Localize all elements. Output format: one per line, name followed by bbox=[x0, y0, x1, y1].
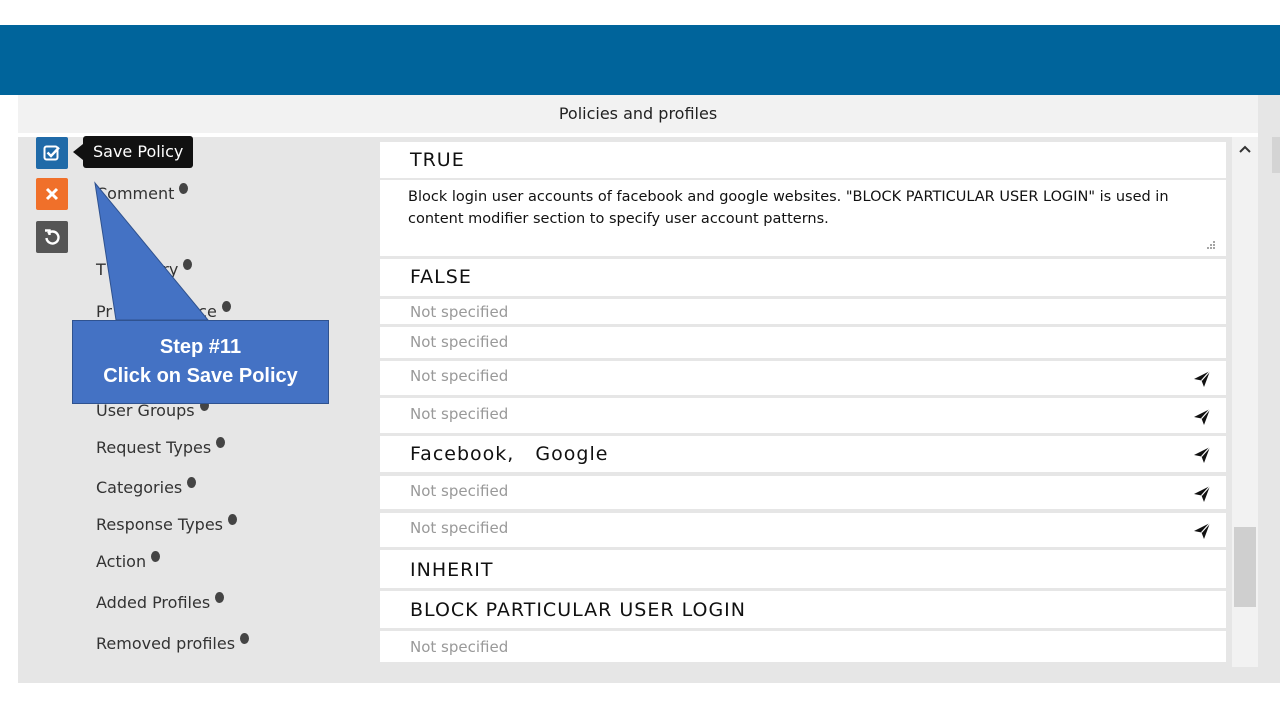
step-number: Step #11 bbox=[159, 336, 242, 358]
info-icon bbox=[151, 551, 161, 562]
info-icon bbox=[240, 633, 250, 644]
step-callout: Step #11 Click on Save Policy bbox=[72, 320, 329, 404]
added-profiles-label-text: Added Profiles bbox=[96, 593, 211, 612]
users-value: Not specified bbox=[410, 367, 509, 385]
comment-label: Comment bbox=[96, 183, 189, 203]
app-header-bar bbox=[0, 25, 1280, 95]
temporary-entry-field[interactable]: FALSE bbox=[380, 259, 1226, 296]
comment-text: Block login user accounts of facebook an… bbox=[408, 189, 1169, 227]
temporary-entry-value: FALSE bbox=[410, 266, 472, 288]
removed-profiles-label-text: Removed profiles bbox=[96, 634, 236, 653]
enabled-value-field[interactable]: TRUE bbox=[380, 142, 1226, 178]
added-profiles-value: BLOCK PARTICULAR USER LOGIN bbox=[410, 599, 746, 621]
action-field[interactable]: INHERIT bbox=[380, 550, 1226, 588]
tooltip-arrow bbox=[73, 144, 83, 160]
action-strip bbox=[18, 137, 92, 677]
request-types-label-text: Request Types bbox=[96, 438, 212, 457]
enabled-value: TRUE bbox=[410, 149, 465, 171]
removed-profiles-field[interactable]: Not specified bbox=[380, 631, 1226, 662]
response-types-label: Response Types bbox=[96, 514, 238, 534]
hidden-row-value: Not specified bbox=[410, 333, 509, 351]
action-label-text: Action bbox=[96, 552, 147, 571]
added-profiles-field[interactable]: BLOCK PARTICULAR USER LOGIN bbox=[380, 591, 1226, 628]
info-icon bbox=[179, 183, 189, 194]
priority-value: Not specified bbox=[410, 303, 509, 321]
categories-value: Not specified bbox=[410, 482, 509, 500]
response-types-value: Not specified bbox=[410, 519, 509, 537]
priority-label-end: tance bbox=[171, 302, 217, 321]
step-instruction: Click on Save Policy bbox=[103, 365, 298, 387]
action-label: Action bbox=[96, 551, 161, 571]
send-icon[interactable] bbox=[1192, 445, 1212, 465]
action-value: INHERIT bbox=[410, 559, 494, 581]
undo-icon bbox=[45, 229, 60, 245]
priority-label-start: Pr bbox=[96, 302, 112, 321]
info-icon bbox=[216, 437, 226, 448]
title-divider bbox=[18, 133, 1258, 137]
info-icon bbox=[215, 592, 225, 603]
added-profiles-label: Added Profiles bbox=[96, 592, 225, 612]
chevron-up-icon bbox=[1239, 145, 1251, 153]
send-icon[interactable] bbox=[1192, 484, 1212, 504]
check-square-icon bbox=[43, 145, 60, 161]
info-icon bbox=[228, 514, 238, 525]
send-icon[interactable] bbox=[1192, 407, 1212, 427]
request-types-field[interactable]: Facebook, Google bbox=[380, 436, 1226, 472]
scrollbar-thumb[interactable] bbox=[1234, 527, 1256, 607]
user-groups-value: Not specified bbox=[410, 405, 509, 423]
page-scrollbar-thumb[interactable] bbox=[1272, 137, 1280, 173]
categories-label: Categories bbox=[96, 477, 197, 497]
priority-field[interactable]: Not specified bbox=[380, 299, 1226, 324]
save-policy-button[interactable] bbox=[36, 137, 68, 169]
send-icon[interactable] bbox=[1192, 369, 1212, 389]
panel-title-bar: Policies and profiles bbox=[18, 95, 1258, 133]
scroll-up-button[interactable] bbox=[1232, 138, 1258, 160]
priority-label: Pr tance bbox=[96, 301, 231, 321]
temporary-entry-label: T Entry bbox=[96, 259, 193, 279]
users-field[interactable]: Not specified bbox=[380, 361, 1226, 395]
request-types-value: Facebook, Google bbox=[410, 443, 609, 465]
comment-textarea[interactable]: Block login user accounts of facebook an… bbox=[380, 180, 1226, 256]
removed-profiles-label: Removed profiles bbox=[96, 633, 250, 653]
response-types-label-text: Response Types bbox=[96, 515, 224, 534]
comment-label-text: Comment bbox=[96, 184, 175, 203]
temporary-entry-label-start: T bbox=[96, 260, 106, 279]
panel-title: Policies and profiles bbox=[558, 104, 718, 123]
resize-handle-icon[interactable] bbox=[1204, 240, 1216, 250]
info-icon bbox=[187, 477, 197, 488]
request-types-label: Request Types bbox=[96, 437, 226, 457]
removed-profiles-value: Not specified bbox=[410, 638, 509, 656]
temporary-entry-label-end: Entry bbox=[135, 260, 179, 279]
info-icon bbox=[183, 259, 193, 270]
hidden-row-field[interactable]: Not specified bbox=[380, 327, 1226, 358]
categories-field[interactable]: Not specified bbox=[380, 476, 1226, 509]
cancel-button[interactable] bbox=[36, 178, 68, 210]
response-types-field[interactable]: Not specified bbox=[380, 513, 1226, 547]
categories-label-text: Categories bbox=[96, 478, 183, 497]
user-groups-field[interactable]: Not specified bbox=[380, 398, 1226, 433]
reset-button[interactable] bbox=[36, 221, 68, 253]
send-icon[interactable] bbox=[1192, 521, 1212, 541]
info-icon bbox=[221, 301, 231, 312]
save-policy-tooltip: Save Policy bbox=[83, 136, 194, 168]
close-icon bbox=[45, 187, 59, 201]
